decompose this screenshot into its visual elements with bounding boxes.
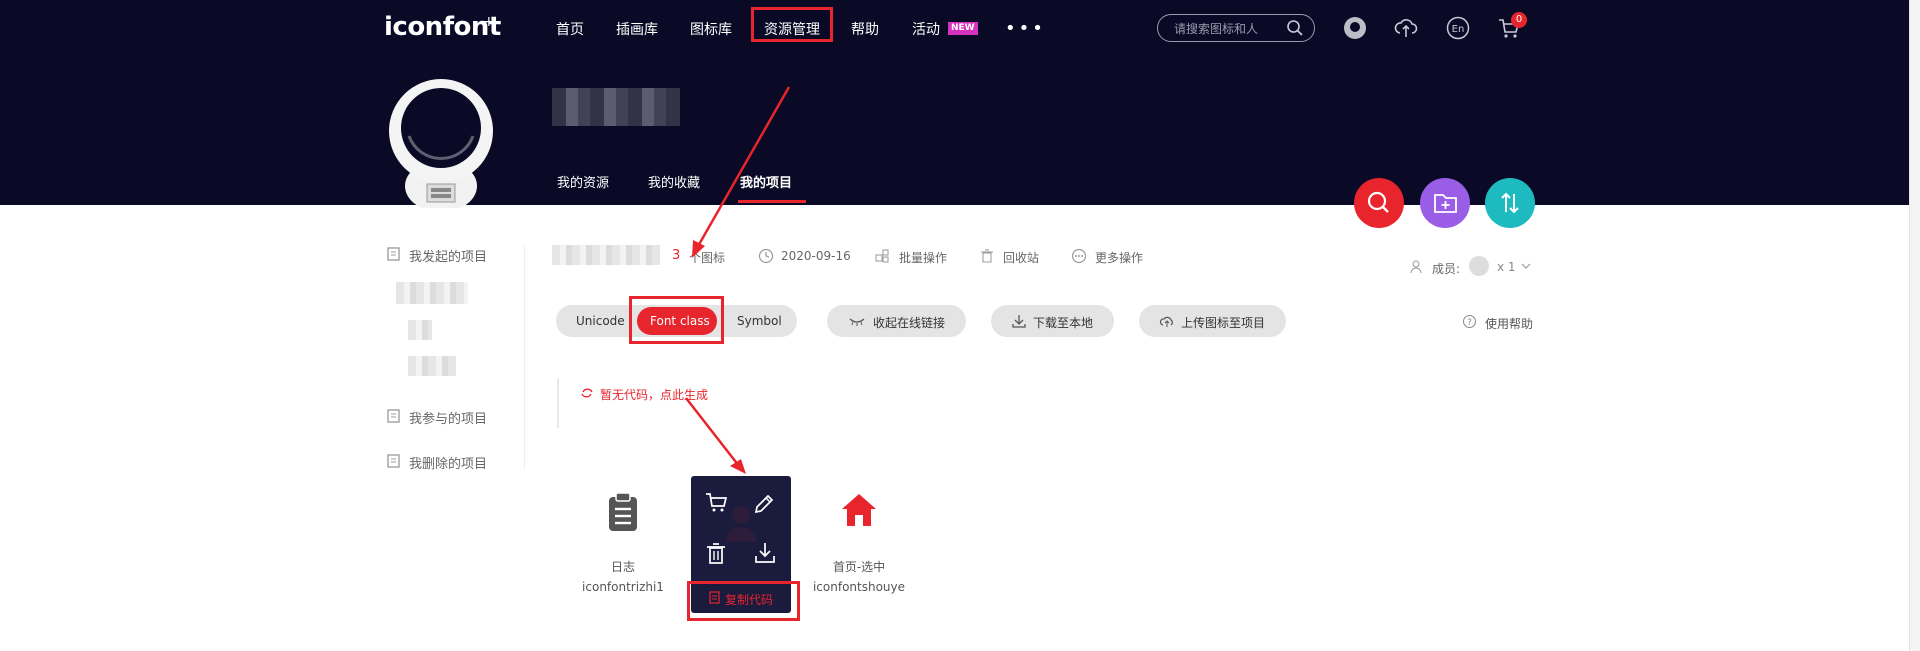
help-icon: ?: [1463, 315, 1476, 328]
chevron-down-icon[interactable]: [1520, 262, 1532, 272]
help-link[interactable]: 使用帮助: [1485, 315, 1533, 332]
tab-my-resources[interactable]: 我的资源: [557, 172, 609, 191]
project-icon: [387, 247, 400, 261]
logo-mark: +: [483, 14, 495, 30]
tab-symbol[interactable]: Symbol: [737, 314, 782, 328]
members-count: x 1: [1497, 260, 1516, 274]
refresh-icon: [581, 388, 593, 398]
delete-trash-icon[interactable]: [705, 542, 727, 566]
nav-icon-library[interactable]: 图标库: [690, 19, 732, 39]
page-scrollbar[interactable]: [1909, 0, 1920, 651]
nav-activity[interactable]: 活动: [912, 19, 940, 39]
sidebar-my-projects[interactable]: 我发起的项目: [409, 246, 487, 265]
sort-arrows-icon: [1501, 192, 1519, 214]
github-icon[interactable]: [1342, 15, 1368, 41]
trash-icon: [981, 249, 993, 263]
language-label: En: [1452, 24, 1465, 35]
sidebar-divider: [524, 245, 525, 470]
new-badge: NEW: [948, 22, 978, 35]
search-placeholder: 请搜索图标和人: [1174, 22, 1259, 36]
nav-illustrations[interactable]: 插画库: [616, 19, 658, 39]
project-name-blurred[interactable]: [408, 356, 456, 376]
tab-my-projects[interactable]: 我的项目: [740, 172, 792, 191]
members-label: 成员:: [1432, 262, 1461, 276]
folder-add-icon: [1434, 194, 1457, 213]
icon-code: iconfontshouye: [812, 580, 906, 594]
add-project-fab[interactable]: [1420, 178, 1470, 228]
cart-count-badge: 0: [1511, 12, 1527, 28]
nav-highlight-box: [751, 7, 833, 42]
active-tab-indicator: [738, 200, 806, 203]
edit-pencil-icon[interactable]: [753, 489, 777, 513]
icon-name: 日志: [610, 560, 635, 574]
upload-cloud-icon: [1159, 316, 1173, 327]
project-date: 2020-09-16: [781, 249, 851, 263]
add-to-cart-icon[interactable]: [705, 491, 729, 513]
icon-count: 3: [672, 248, 681, 263]
download-local-button[interactable]: 下载至本地: [991, 305, 1114, 337]
icon-name: 首页-选中: [832, 560, 886, 574]
batch-operations-link[interactable]: 批量操作: [899, 249, 947, 266]
clipboard-icon[interactable]: [603, 491, 643, 533]
sidebar-deleted-projects[interactable]: 我删除的项目: [409, 453, 487, 472]
sidebar-joined-projects[interactable]: 我参与的项目: [409, 408, 487, 427]
search-fab[interactable]: [1354, 178, 1404, 228]
search-icon: [1367, 191, 1389, 213]
home-icon[interactable]: [840, 492, 878, 528]
collapse-online-link-label: 收起在线链接: [873, 316, 946, 330]
code-area-border: [557, 378, 559, 428]
language-icon[interactable]: En: [1445, 15, 1471, 41]
project-icon: [387, 454, 400, 468]
username-blurred: [552, 88, 680, 126]
batch-icon: [875, 249, 889, 263]
icon-code: iconfontrizhi1: [582, 580, 664, 594]
download-icon: [1012, 315, 1026, 328]
recycle-bin-link[interactable]: 回收站: [1003, 249, 1039, 266]
nav-help[interactable]: 帮助: [851, 19, 879, 39]
members-icon: [1410, 260, 1422, 274]
project-icon: [387, 409, 400, 423]
nav-home[interactable]: 首页: [556, 19, 584, 39]
icon-count-suffix: 个图标: [689, 251, 726, 265]
clock-icon: [758, 248, 774, 264]
sort-fab[interactable]: [1485, 178, 1535, 228]
project-name-blurred[interactable]: [408, 320, 432, 340]
generate-code-link[interactable]: 暂无代码，点此生成: [600, 386, 708, 403]
upload-icons-label: 上传图标至项目: [1181, 316, 1266, 330]
collapse-online-link-button[interactable]: 收起在线链接: [827, 305, 966, 337]
tab-unicode[interactable]: Unicode: [576, 314, 625, 328]
upload-icons-button[interactable]: 上传图标至项目: [1139, 305, 1286, 337]
copy-code-highlight-box: [687, 581, 800, 621]
avatar[interactable]: [387, 76, 495, 208]
nav-more[interactable]: •••: [1005, 18, 1046, 39]
project-name-blurred[interactable]: [396, 282, 468, 304]
search-icon[interactable]: [1286, 19, 1304, 37]
svg-text:?: ?: [1467, 318, 1472, 328]
download-local-label: 下载至本地: [1033, 316, 1094, 330]
more-operations-link[interactable]: 更多操作: [1095, 249, 1143, 266]
font-class-highlight-box: [629, 296, 724, 344]
download-icon[interactable]: [753, 541, 777, 565]
tab-my-favorites[interactable]: 我的收藏: [648, 172, 700, 191]
eye-closed-icon: [849, 318, 865, 326]
project-title-blurred: [552, 245, 660, 265]
member-avatar[interactable]: [1469, 256, 1489, 276]
upload-cloud-icon[interactable]: [1393, 15, 1419, 41]
more-icon: [1071, 248, 1087, 264]
